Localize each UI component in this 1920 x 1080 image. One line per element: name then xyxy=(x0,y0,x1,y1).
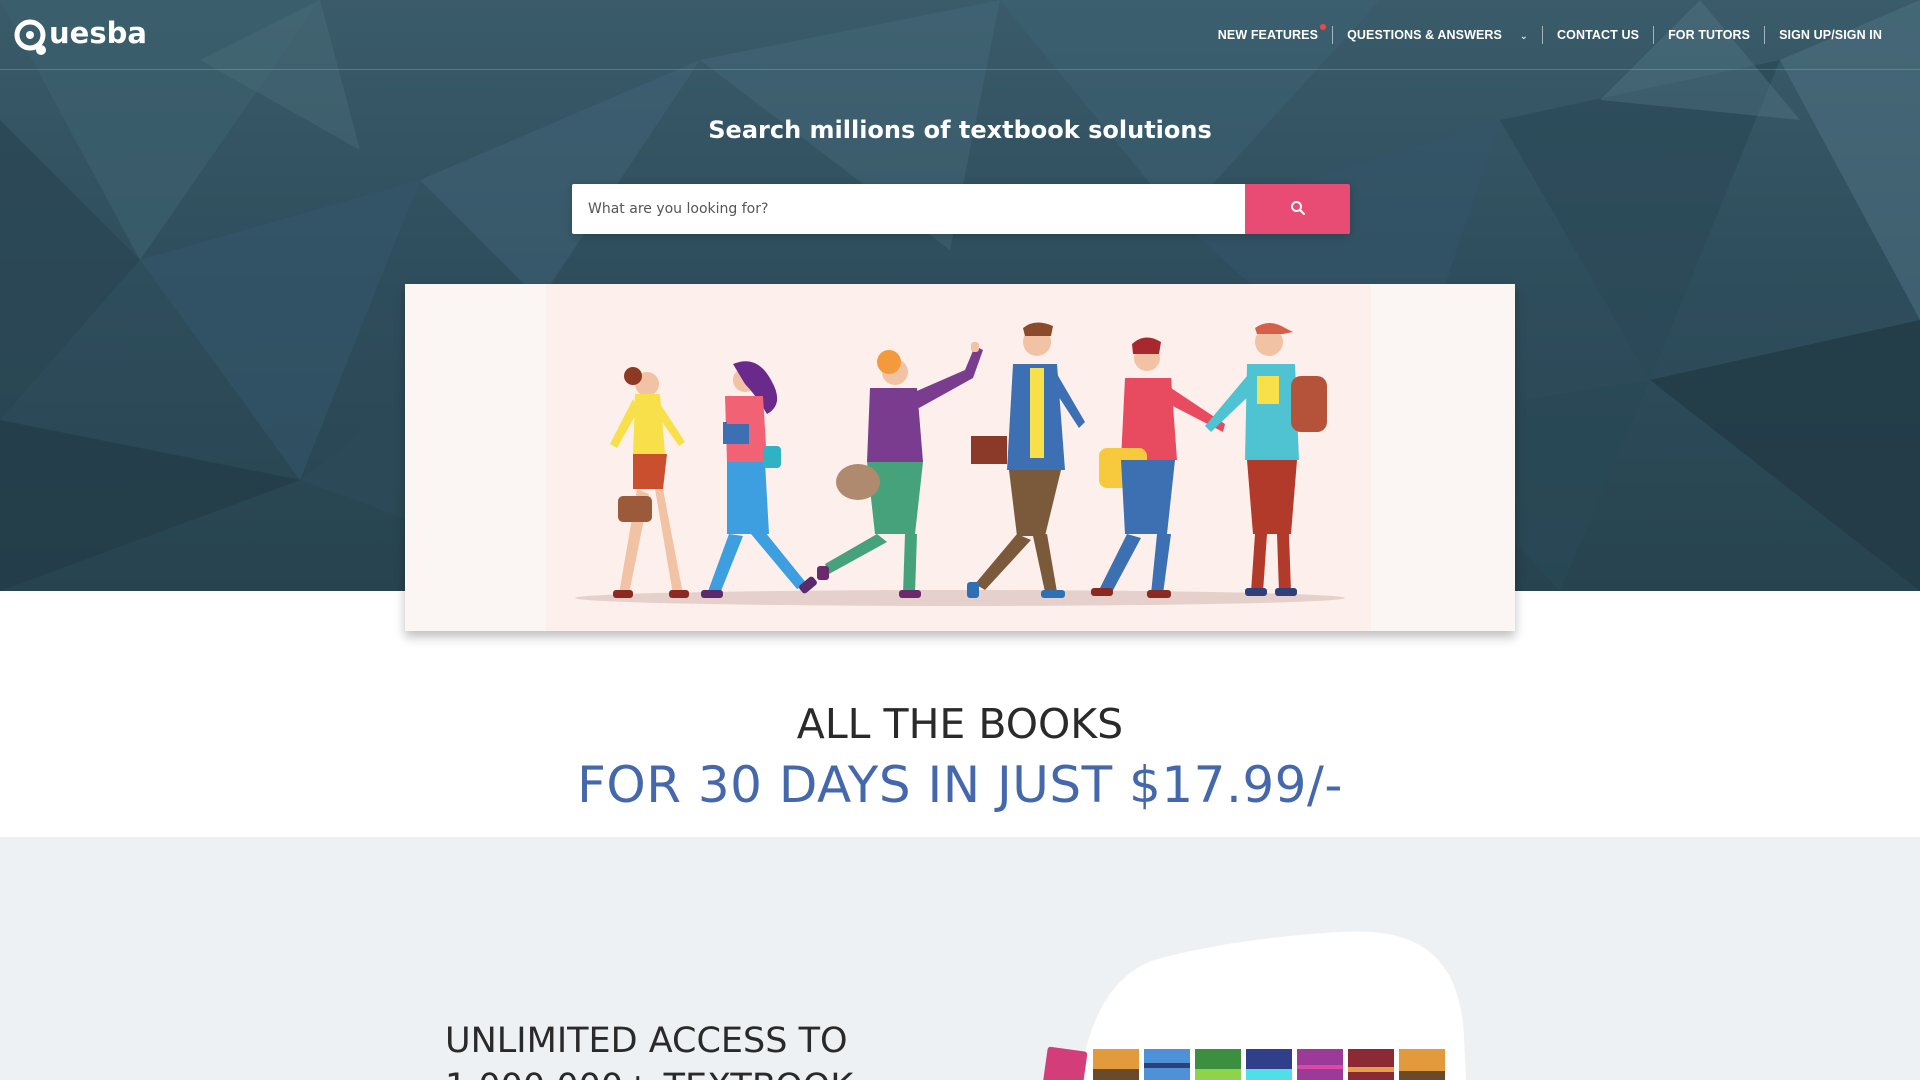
nav-questions-answers[interactable]: QUESTIONS & ANSWERS ⌄ xyxy=(1332,26,1542,44)
hero-illustration-card xyxy=(405,284,1515,631)
features-heading: UNLIMITED ACCESS TO 1,000,000+ TEXTBOOK xyxy=(445,1018,853,1080)
pricing-line-2: FOR 30 DAYS IN JUST $17.99/- xyxy=(577,756,1343,814)
search-icon xyxy=(1290,200,1306,219)
hero-title: Search millions of textbook solutions xyxy=(708,116,1212,144)
nav-contact-us[interactable]: CONTACT US xyxy=(1542,26,1653,44)
logo-text: uesba xyxy=(49,16,147,50)
search-button[interactable] xyxy=(1245,184,1350,234)
nav-sign-in-label: SIGN UP/SIGN IN xyxy=(1779,28,1882,42)
search-input[interactable] xyxy=(572,184,1245,234)
pricing-line-1: ALL THE BOOKS xyxy=(796,700,1124,748)
nav-questions-answers-label: QUESTIONS & ANSWERS xyxy=(1347,28,1502,42)
students-walking-illustration xyxy=(575,322,1345,606)
features-heading-line-1: UNLIMITED ACCESS TO xyxy=(445,1021,848,1061)
new-badge-dot xyxy=(1320,24,1327,30)
q-logo-icon xyxy=(14,18,48,55)
nav-for-tutors-label: FOR TUTORS xyxy=(1668,28,1751,42)
features-section: UNLIMITED ACCESS TO 1,000,000+ TEXTBOOK xyxy=(0,837,1920,1080)
search-bar xyxy=(572,184,1350,234)
nav-contact-us-label: CONTACT US xyxy=(1557,28,1640,42)
top-navbar: uesba NEW FEATURES QUESTIONS & ANSWERS ⌄… xyxy=(0,0,1920,70)
features-heading-line-2: 1,000,000+ TEXTBOOK xyxy=(445,1064,853,1080)
nav-new-features[interactable]: NEW FEATURES xyxy=(1204,24,1332,44)
chevron-down-icon: ⌄ xyxy=(1519,31,1529,42)
nav-sign-in[interactable]: SIGN UP/SIGN IN xyxy=(1764,26,1896,44)
nav-new-features-label: NEW FEATURES xyxy=(1217,28,1319,42)
brand-logo[interactable]: uesba xyxy=(14,14,147,56)
main-nav: NEW FEATURES QUESTIONS & ANSWERS ⌄ CONTA… xyxy=(1204,24,1896,46)
books-illustration xyxy=(1042,931,1466,1080)
nav-for-tutors[interactable]: FOR TUTORS xyxy=(1653,26,1764,44)
